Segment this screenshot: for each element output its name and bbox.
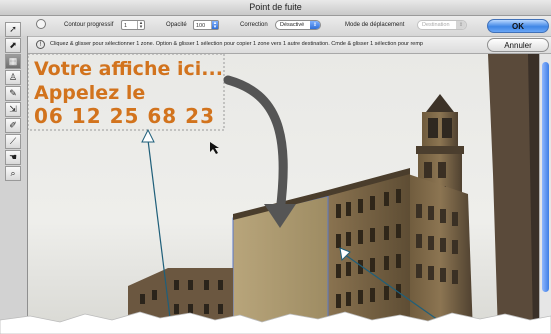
opacity-stepper[interactable]: ▴ ▾	[211, 21, 218, 30]
contour-stepper[interactable]: ▴ ▾	[137, 21, 144, 30]
poster-line-3: 06 12 25 68 23	[34, 104, 216, 128]
transform-tool-icon[interactable]: ⇲	[5, 102, 21, 117]
tool-options-icon[interactable]	[36, 19, 46, 29]
window-title: Point de fuite	[0, 0, 551, 16]
contour-value: 1	[124, 23, 128, 29]
opacity-label: Opacité	[166, 22, 187, 28]
vertical-scrollbar[interactable]	[539, 54, 551, 334]
edit-plane-tool-icon[interactable]: ➚	[5, 22, 21, 37]
tip-bar: ! Cliquez & glisser pour sélectionner 1 …	[0, 37, 551, 54]
opacity-input[interactable]: 100 ▴ ▾	[193, 20, 219, 30]
chevron-down-icon: ⇕	[456, 21, 466, 29]
mode-value: Destination	[422, 22, 450, 28]
poster-line-2: Appelez le	[34, 82, 146, 104]
scrollbar-thumb[interactable]	[542, 62, 549, 292]
cursor-icon	[210, 142, 219, 154]
mode-select: Destination ⇕	[417, 20, 467, 30]
stamp-tool-icon[interactable]: ♙	[5, 70, 21, 85]
chevron-down-icon: ⇕	[310, 21, 320, 29]
correction-value: Désactivé	[280, 22, 305, 28]
options-bar: Contour progressif 1 ▴ ▾ Opacité 100 ▴ ▾ C…	[0, 16, 551, 37]
poster-line-1: Votre affiche ici...	[34, 58, 223, 80]
create-plane-tool-icon[interactable]: ⬈	[5, 38, 21, 53]
vanishing-point-window: Point de fuite Contour progressif 1 ▴ ▾ O…	[0, 0, 551, 334]
opacity-value: 100	[196, 23, 206, 29]
correction-select[interactable]: Désactivé ⇕	[275, 20, 321, 30]
info-icon: !	[36, 40, 45, 49]
contour-label: Contour progressif	[64, 22, 114, 28]
brush-tool-icon[interactable]: ✎	[5, 86, 21, 101]
cancel-button[interactable]: Annuler	[487, 38, 549, 52]
torn-paper-edge	[0, 311, 551, 334]
ok-button[interactable]: OK	[487, 19, 549, 33]
tool-palette: ➚ ⬈ ▦ ♙ ✎ ⇲ ✐ ⟋ ☚ ⌕	[0, 22, 28, 334]
measure-tool-icon[interactable]: ⟋	[5, 134, 21, 149]
zoom-tool-icon[interactable]: ⌕	[5, 166, 21, 181]
contour-input[interactable]: 1 ▴ ▾	[121, 20, 145, 30]
correction-label: Correction	[240, 22, 268, 28]
image-canvas[interactable]: Votre affiche ici... Appelez le 06 12 25…	[28, 54, 551, 334]
tip-text: Cliquez & glisser pour sélectionner 1 zo…	[50, 41, 423, 47]
eyedropper-tool-icon[interactable]: ✐	[5, 118, 21, 133]
mode-label: Mode de déplacement	[345, 22, 405, 28]
marquee-tool-icon[interactable]: ▦	[5, 54, 21, 69]
hand-tool-icon[interactable]: ☚	[5, 150, 21, 165]
